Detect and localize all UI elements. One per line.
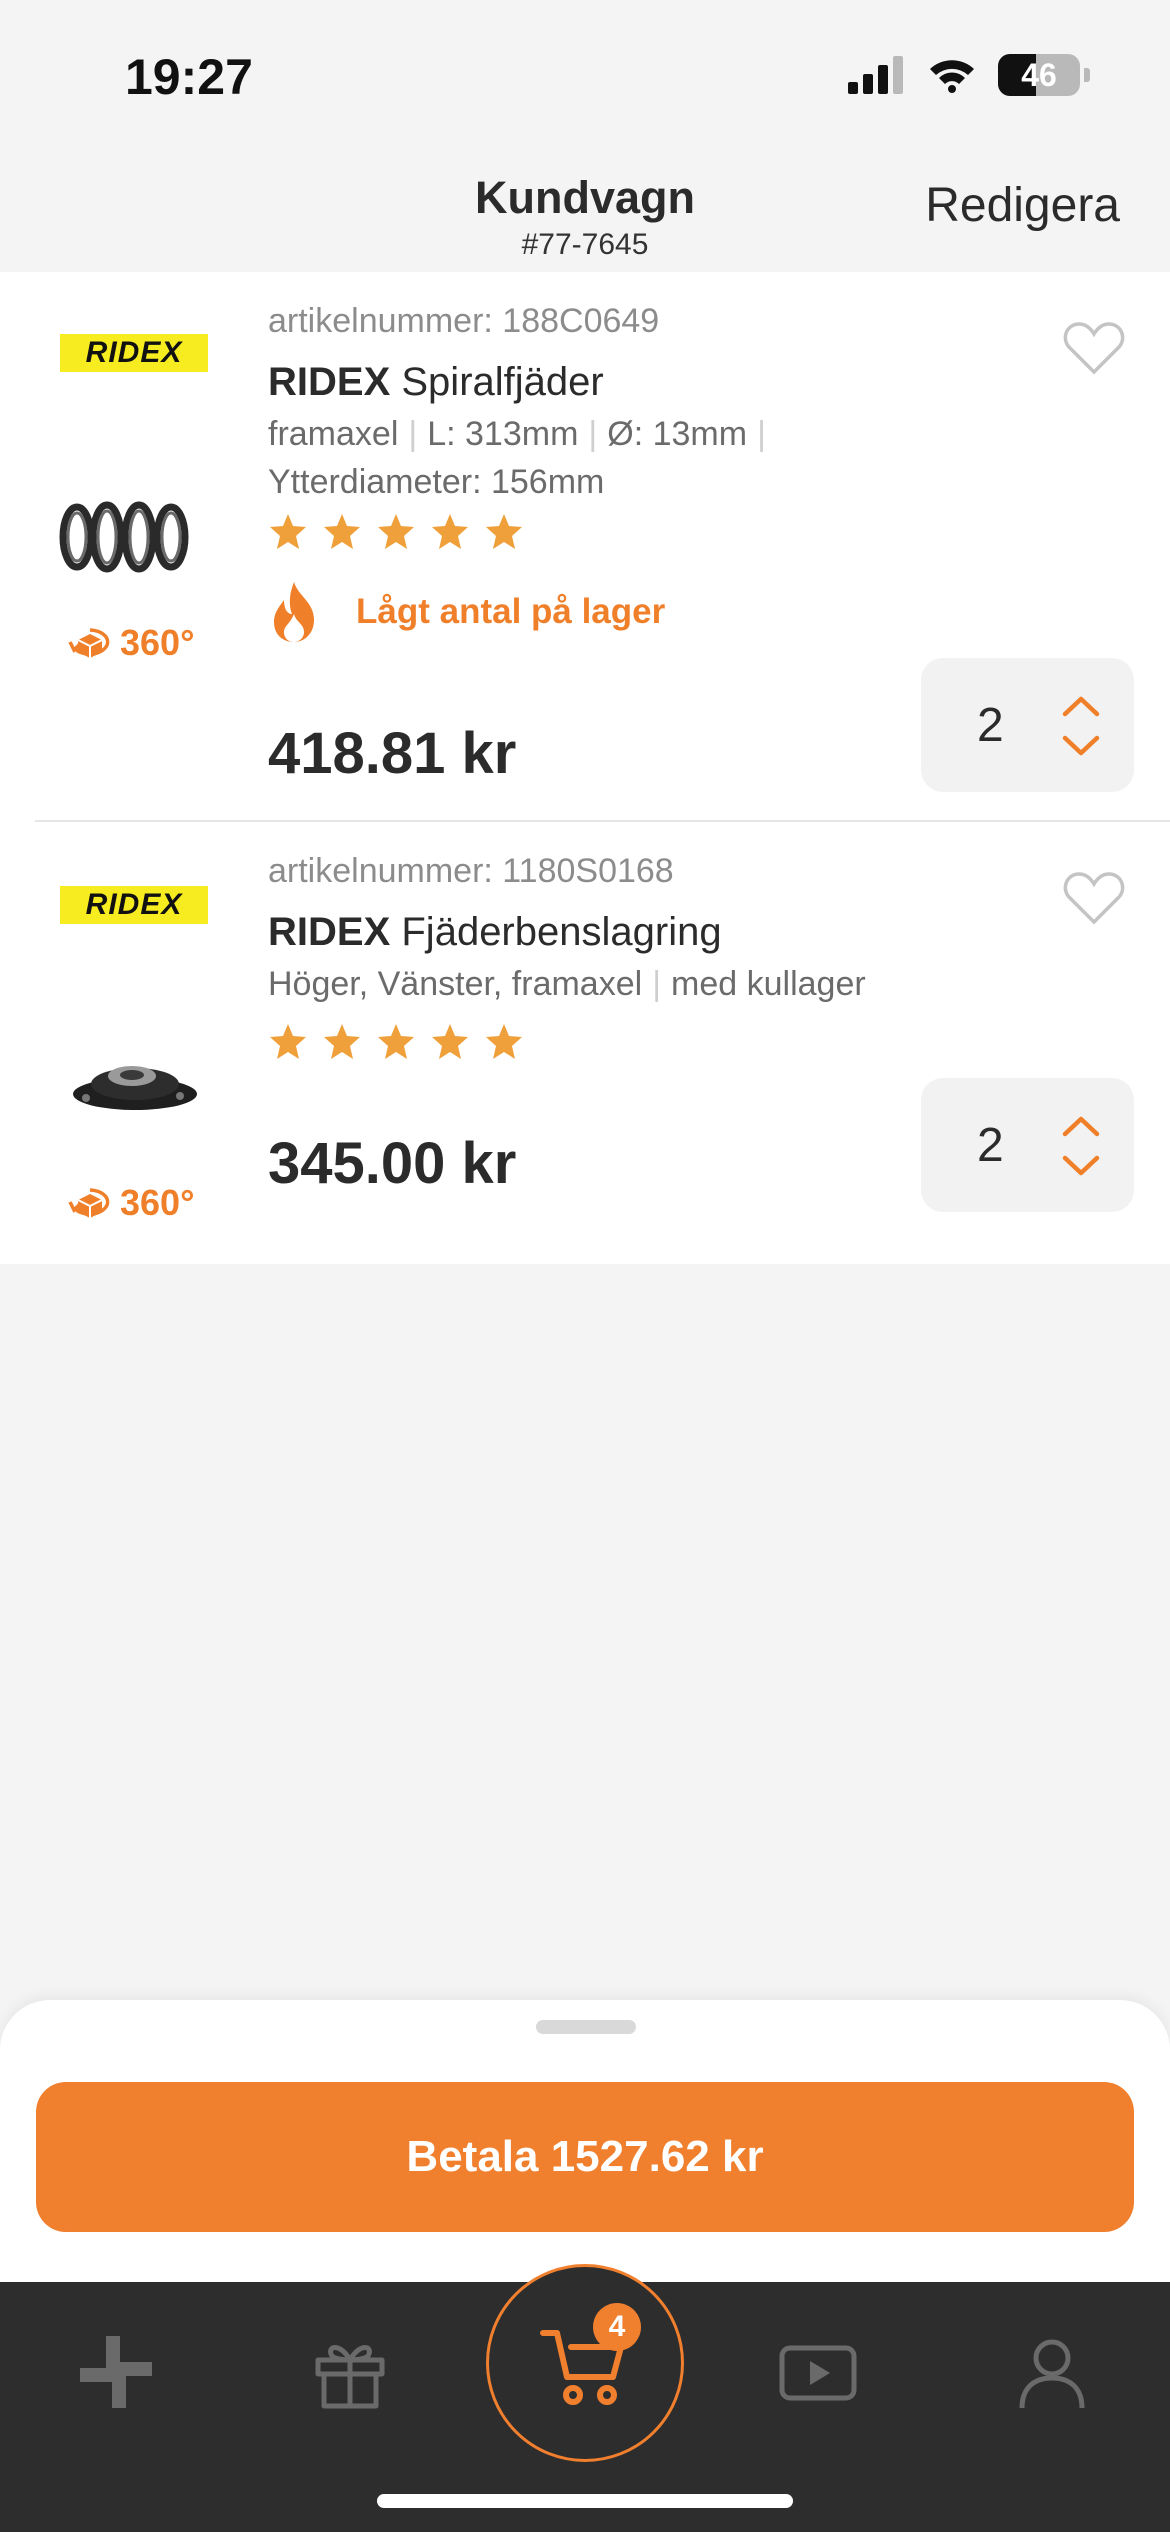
coil-spring-image [59,501,189,573]
spec-bearing: med kullager [671,965,866,1003]
strut-mount-image [73,1066,197,1110]
stock-notice: Lågt antal på lager [268,580,665,644]
brand-logo: RIDEX [60,334,208,372]
tab-profile[interactable] [1002,2322,1102,2422]
star-icon [378,514,414,549]
tab-parts[interactable] [66,2322,166,2422]
wifi-icon [930,60,974,93]
rotate-360-icon [68,628,110,658]
spec-separator: | [757,415,766,453]
gift-icon [315,2345,385,2409]
signal-icon [848,56,903,94]
item-price: 418.81 kr [268,721,517,786]
rotate-360-icon [68,1188,110,1218]
view-360-button[interactable]: 360° [66,1182,194,1224]
product-brand: RIDEX [268,360,391,404]
quantity-stepper[interactable]: 2 [921,658,1134,792]
cart-badge: 4 [593,2303,641,2351]
product-specs: framaxel | L: 313mm | Ø: 13mm | Ytterdiameter… [268,410,868,506]
battery-tip [1084,68,1090,82]
tab-videos[interactable] [768,2322,868,2422]
star-icon [432,514,468,549]
product-name[interactable]: RIDEX Spiralfjäder [268,360,604,405]
brand-logo: RIDEX [60,886,208,924]
star-icon [432,1024,468,1059]
product-title: Spiralfjäder [401,360,604,404]
sheet-grabber[interactable] [536,2020,636,2034]
chevron-down-icon[interactable] [1061,734,1101,758]
parts-icon [80,2336,152,2408]
spec-separator: | [652,965,662,1003]
quantity-value: 2 [977,699,1004,752]
product-name[interactable]: RIDEX Fjäderbenslagring [268,910,722,955]
chevron-down-icon[interactable] [1061,1154,1101,1178]
fire-icon [274,582,314,642]
product-brand: RIDEX [268,910,391,954]
star-icon [270,1024,306,1059]
battery-icon: 46 [998,54,1080,96]
tab-cart[interactable]: 4 [486,2264,684,2462]
battery-level: 46 [1021,56,1057,93]
product-title: Fjäderbenslagring [401,910,722,954]
cart-list: RIDEX 360° artikelnummer: 188C0649 RIDEX… [0,272,1170,1264]
cart-number: #77-7645 [521,228,649,261]
star-icon [324,514,360,549]
star-icon [324,1024,360,1059]
spec-wire-diameter: Ø: 13mm [607,415,748,453]
pay-button[interactable]: Betala 1527.62 kr [36,2082,1134,2232]
article-number: artikelnummer: 1180S0168 [268,852,674,890]
status-icons: 46 [848,54,1090,96]
spec-length: L: 313mm [427,415,579,453]
star-icon [486,514,522,549]
star-icon [378,1024,414,1059]
status-bar: 19:27 46 [0,0,1170,150]
cart-item[interactable]: RIDEX 360° artikelnummer: 188C0649 RIDEX… [0,272,1170,822]
item-price: 345.00 kr [268,1131,517,1196]
home-indicator [377,2494,793,2508]
chevron-up-icon[interactable] [1061,1114,1101,1138]
view-360-label: 360° [120,622,195,663]
heart-icon[interactable] [1063,320,1125,376]
chevron-up-icon[interactable] [1061,694,1101,718]
stock-notice-text: Lågt antal på lager [356,592,666,631]
spec-axle: framaxel [268,415,399,453]
spec-outer-diameter: Ytterdiameter: 156mm [268,463,605,501]
rating-stars [268,1022,524,1062]
tab-bar: 4 [0,2264,1170,2532]
quantity-stepper[interactable]: 2 [921,1078,1134,1212]
star-icon [270,514,306,549]
spec-separator: | [588,415,598,453]
tab-gifts[interactable] [300,2322,400,2422]
view-360-button[interactable]: 360° [66,622,194,664]
spec-position: Höger, Vänster, framaxel [268,965,643,1003]
cart-item[interactable]: RIDEX 360° artikelnummer: 1180S0168 RIDE… [0,822,1170,1264]
heart-icon[interactable] [1063,870,1125,926]
status-time: 19:27 [125,49,253,105]
product-specs: Höger, Vänster, framaxel | med kullager [268,960,968,1008]
star-icon [486,1024,522,1059]
rating-stars [268,512,524,552]
view-360-label: 360° [120,1182,195,1223]
article-number: artikelnummer: 188C0649 [268,302,660,340]
spec-separator: | [408,415,418,453]
nav-header: Kundvagn #77-7645 Redigera [0,150,1170,272]
profile-icon [1019,2339,1085,2409]
quantity-value: 2 [977,1119,1004,1172]
edit-button[interactable]: Redigera [925,178,1120,233]
checkout-sheet: Betala 1527.62 kr [0,2000,1170,2290]
video-icon [779,2345,857,2401]
